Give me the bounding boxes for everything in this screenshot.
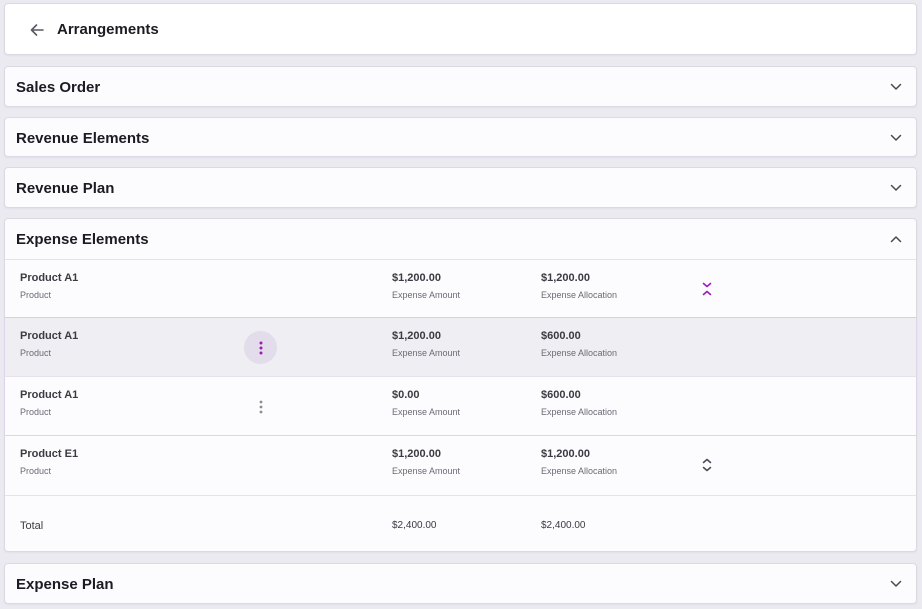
total-amount: $2,400.00 — [392, 520, 437, 531]
expand-section-button[interactable] — [886, 574, 906, 594]
chevron-down-icon — [890, 134, 902, 141]
product-name: Product A1 — [20, 389, 79, 401]
expense-amount-value: $1,200.00 — [392, 448, 441, 460]
expense-amount-label: Expense Amount — [392, 407, 461, 417]
section-header-expense-elements[interactable]: Expense Elements — [5, 219, 916, 259]
arrow-left-icon — [30, 24, 44, 36]
expense-allocation-value: $600.00 — [541, 330, 581, 342]
page-title: Arrangements — [57, 21, 159, 38]
section-expense-elements: Expense Elements Product A1 Product $1,2… — [4, 218, 917, 552]
section-title: Expense Plan — [16, 576, 114, 593]
expense-allocation-label: Expense Allocation — [541, 466, 618, 476]
expense-amount-value: $1,200.00 — [392, 330, 441, 342]
expense-allocation-label: Expense Allocation — [541, 407, 618, 417]
chevron-down-icon — [890, 83, 902, 90]
section-header-revenue-plan[interactable]: Revenue Plan — [5, 168, 916, 208]
section-revenue-elements: Revenue Elements — [4, 117, 917, 157]
chevron-down-icon — [890, 184, 902, 191]
expand-section-button[interactable] — [886, 178, 906, 198]
expense-allocation-value: $600.00 — [541, 389, 581, 401]
collapse-arrows-icon — [702, 282, 712, 296]
chevron-up-icon — [890, 236, 902, 243]
total-allocation: $2,400.00 — [541, 520, 586, 531]
chevron-down-icon — [890, 580, 902, 587]
section-expense-plan: Expense Plan — [4, 563, 917, 604]
section-header-revenue-elements[interactable]: Revenue Elements — [5, 118, 916, 158]
row-menu-button[interactable] — [244, 331, 277, 364]
row-menu-button[interactable] — [244, 390, 277, 423]
table-row: Product E1 Product $1,200.00 Expense Amo… — [5, 436, 916, 495]
table-row: Product A1 Product $1,200.00 Expense Amo… — [5, 259, 916, 318]
expense-amount-value: $1,200.00 — [392, 272, 441, 284]
header-bar: Arrangements — [4, 3, 917, 55]
section-revenue-plan: Revenue Plan — [4, 167, 917, 208]
expand-row-button[interactable] — [697, 454, 717, 476]
product-name: Product A1 — [20, 272, 79, 284]
product-name: Product E1 — [20, 448, 79, 460]
more-vertical-icon — [259, 341, 262, 354]
section-title: Revenue Plan — [16, 180, 115, 197]
table-row: Product A1 Product $0.00 Expense Amount … — [4, 376, 917, 436]
expand-section-button[interactable] — [886, 77, 906, 97]
section-title: Expense Elements — [16, 231, 149, 248]
total-row: Total $2,400.00 $2,400.00 — [5, 495, 916, 551]
expense-amount-label: Expense Amount — [392, 290, 461, 300]
product-type: Product — [20, 466, 52, 476]
product-name: Product A1 — [20, 330, 79, 342]
table-row: Product A1 Product $1,200.00 Expense Amo… — [4, 317, 917, 377]
product-type: Product — [20, 348, 52, 358]
section-title: Revenue Elements — [16, 130, 150, 147]
collapse-row-button[interactable] — [697, 278, 717, 300]
section-title: Sales Order — [16, 79, 101, 96]
expense-allocation-label: Expense Allocation — [541, 348, 618, 358]
expense-allocation-value: $1,200.00 — [541, 448, 590, 460]
expand-section-button[interactable] — [886, 128, 906, 148]
expense-amount-label: Expense Amount — [392, 348, 461, 358]
expense-amount-value: $0.00 — [392, 389, 420, 401]
expense-allocation-label: Expense Allocation — [541, 290, 618, 300]
more-vertical-icon — [259, 400, 262, 413]
back-button[interactable] — [25, 18, 49, 42]
section-sales-order: Sales Order — [4, 66, 917, 107]
section-header-sales-order[interactable]: Sales Order — [5, 67, 916, 107]
expand-arrows-icon — [702, 458, 712, 472]
section-header-expense-plan[interactable]: Expense Plan — [5, 564, 916, 604]
expense-allocation-value: $1,200.00 — [541, 272, 590, 284]
product-type: Product — [20, 290, 52, 300]
total-label: Total — [20, 520, 44, 532]
expense-amount-label: Expense Amount — [392, 466, 461, 476]
collapse-section-button[interactable] — [886, 229, 906, 249]
product-type: Product — [20, 407, 52, 417]
